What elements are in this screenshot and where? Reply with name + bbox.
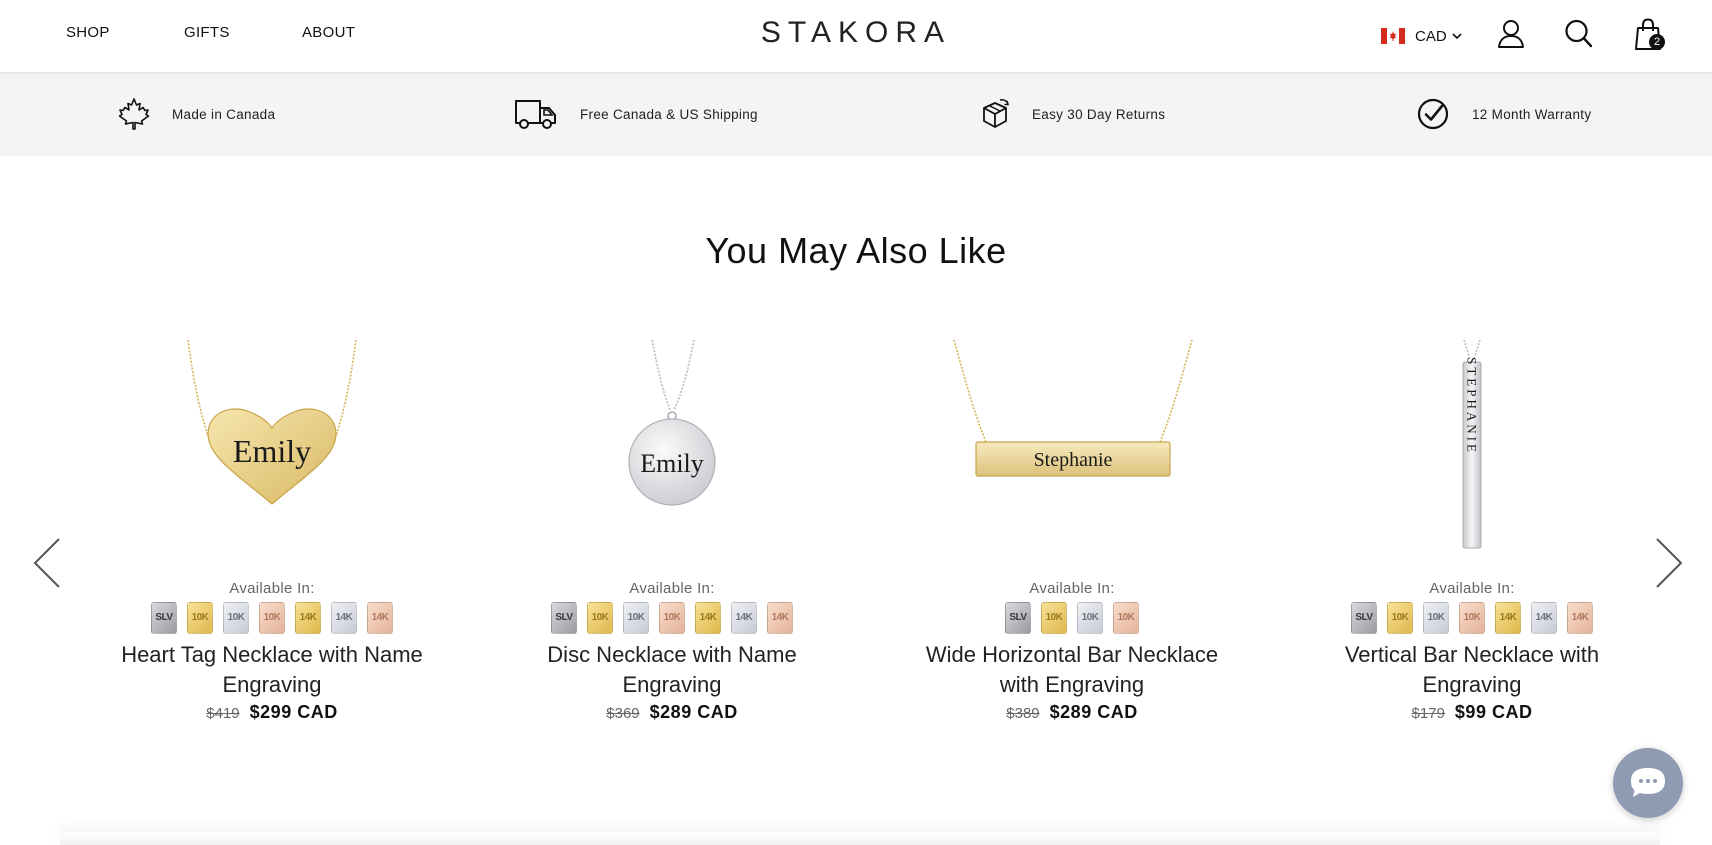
usp-text: Free Canada & US Shipping bbox=[580, 106, 758, 122]
truck-icon bbox=[515, 100, 556, 129]
available-in-label: Available In: bbox=[1429, 580, 1515, 597]
product-image[interactable]: Emily bbox=[492, 338, 852, 550]
swatch-14k-white[interactable]: 14K bbox=[331, 602, 357, 634]
sale-price: $299 CAD bbox=[249, 702, 338, 722]
usp-made-in-canada: Made in Canada bbox=[118, 72, 275, 156]
swatch-10k-yellow[interactable]: 10K bbox=[1041, 602, 1067, 634]
product-price: $369 $289 CAD bbox=[492, 702, 852, 723]
available-in-label: Available In: bbox=[229, 580, 315, 597]
swatch-14k-white[interactable]: 14K bbox=[1531, 602, 1557, 634]
swatch-10k-rose[interactable]: 10K bbox=[1113, 602, 1139, 634]
swatch-10k-white[interactable]: 10K bbox=[623, 602, 649, 634]
usp-warranty: 12 Month Warranty bbox=[1416, 72, 1591, 156]
swatch-14k-yellow[interactable]: 14K bbox=[695, 602, 721, 634]
product-image[interactable]: STEPHANIE bbox=[1292, 338, 1652, 550]
swatch-silver[interactable]: SLV bbox=[1005, 602, 1031, 634]
original-price: $419 bbox=[206, 705, 240, 722]
search-icon[interactable] bbox=[1564, 18, 1594, 50]
product-price: $389 $289 CAD bbox=[892, 702, 1252, 723]
swatch-10k-white[interactable]: 10K bbox=[1077, 602, 1103, 634]
footer-edge bbox=[60, 832, 1660, 845]
available-in-label: Available In: bbox=[1029, 580, 1115, 597]
swatch-10k-yellow[interactable]: 10K bbox=[187, 602, 213, 634]
currency-selector[interactable]: CAD bbox=[1381, 22, 1463, 50]
usp-returns: Easy 30 Day Returns bbox=[980, 72, 1165, 156]
product-image[interactable]: Stephanie bbox=[892, 338, 1252, 550]
usp-text: 12 Month Warranty bbox=[1472, 106, 1592, 122]
account-icon[interactable] bbox=[1497, 18, 1525, 50]
original-price: $369 bbox=[606, 705, 640, 722]
metal-swatches: SLV 10K 10K 10K bbox=[892, 602, 1252, 634]
product-title[interactable]: Wide Horizontal Bar Necklace with Engravi… bbox=[892, 640, 1252, 700]
metal-swatches: SLV 10K 10K 10K 14K 14K 14K bbox=[1292, 602, 1652, 634]
section-title: You May Also Like bbox=[705, 230, 1007, 271]
chat-bubble-icon bbox=[1631, 768, 1665, 797]
metal-swatches: SLV 10K 10K 10K 14K 14K 14K bbox=[492, 602, 852, 634]
product-title[interactable]: Disc Necklace with Name Engraving bbox=[492, 640, 852, 700]
usp-text: Easy 30 Day Returns bbox=[1032, 106, 1166, 122]
swatch-10k-rose[interactable]: 10K bbox=[659, 602, 685, 634]
swatch-10k-white[interactable]: 10K bbox=[1423, 602, 1449, 634]
product-title[interactable]: Vertical Bar Necklace with Engraving bbox=[1292, 640, 1652, 700]
sale-price: $99 CAD bbox=[1454, 702, 1533, 722]
swatch-silver[interactable]: SLV bbox=[151, 602, 177, 634]
swatch-10k-yellow[interactable]: 10K bbox=[587, 602, 613, 634]
swatch-14k-yellow[interactable]: 14K bbox=[295, 602, 321, 634]
engraving-text: Stephanie bbox=[1034, 449, 1113, 471]
engraving-text: Emily bbox=[640, 449, 704, 478]
original-price: $389 bbox=[1006, 705, 1040, 722]
swatch-14k-white[interactable]: 14K bbox=[731, 602, 757, 634]
chat-button[interactable] bbox=[1613, 748, 1683, 818]
swatch-silver[interactable]: SLV bbox=[551, 602, 577, 634]
swatch-10k-white[interactable]: 10K bbox=[223, 602, 249, 634]
cart-count-badge: 2 bbox=[1649, 34, 1665, 50]
product-title[interactable]: Heart Tag Necklace with Name Engraving bbox=[92, 640, 452, 700]
site-header: SHOP GIFTS ABOUT STAKORA CAD 2 bbox=[0, 0, 1712, 72]
swatch-14k-rose[interactable]: 14K bbox=[367, 602, 393, 634]
check-circle-icon bbox=[1417, 98, 1449, 130]
product-image[interactable]: Emily bbox=[92, 338, 452, 550]
currency-label: CAD bbox=[1415, 27, 1447, 45]
product-price: $179 $99 CAD bbox=[1292, 702, 1652, 723]
usp-text: Made in Canada bbox=[172, 106, 276, 122]
canada-flag-icon bbox=[1381, 28, 1405, 44]
chevron-down-icon bbox=[1452, 33, 1462, 40]
swatch-10k-yellow[interactable]: 10K bbox=[1387, 602, 1413, 634]
swatch-14k-rose[interactable]: 14K bbox=[767, 602, 793, 634]
sale-price: $289 CAD bbox=[1049, 702, 1138, 722]
swatch-10k-rose[interactable]: 10K bbox=[1459, 602, 1485, 634]
usp-free-shipping: Free Canada & US Shipping bbox=[514, 72, 758, 156]
carousel-next-arrow-icon[interactable] bbox=[1654, 537, 1684, 589]
engraving-text: Emily bbox=[233, 433, 311, 469]
original-price: $179 bbox=[1411, 705, 1445, 722]
engraving-text: STEPHANIE bbox=[1465, 357, 1480, 455]
carousel-prev-arrow-icon[interactable] bbox=[32, 537, 62, 589]
metal-swatches: SLV 10K 10K 10K 14K 14K 14K bbox=[92, 602, 452, 634]
usp-bar: Made in Canada Free Canada & US Shipping… bbox=[0, 72, 1712, 156]
sale-price: $289 CAD bbox=[649, 702, 738, 722]
box-return-icon bbox=[983, 99, 1009, 128]
swatch-14k-rose[interactable]: 14K bbox=[1567, 602, 1593, 634]
product-price: $419 $299 CAD bbox=[92, 702, 452, 723]
swatch-10k-rose[interactable]: 10K bbox=[259, 602, 285, 634]
swatch-silver[interactable]: SLV bbox=[1351, 602, 1377, 634]
swatch-14k-yellow[interactable]: 14K bbox=[1495, 602, 1521, 634]
available-in-label: Available In: bbox=[629, 580, 715, 597]
maple-leaf-icon bbox=[118, 98, 150, 130]
